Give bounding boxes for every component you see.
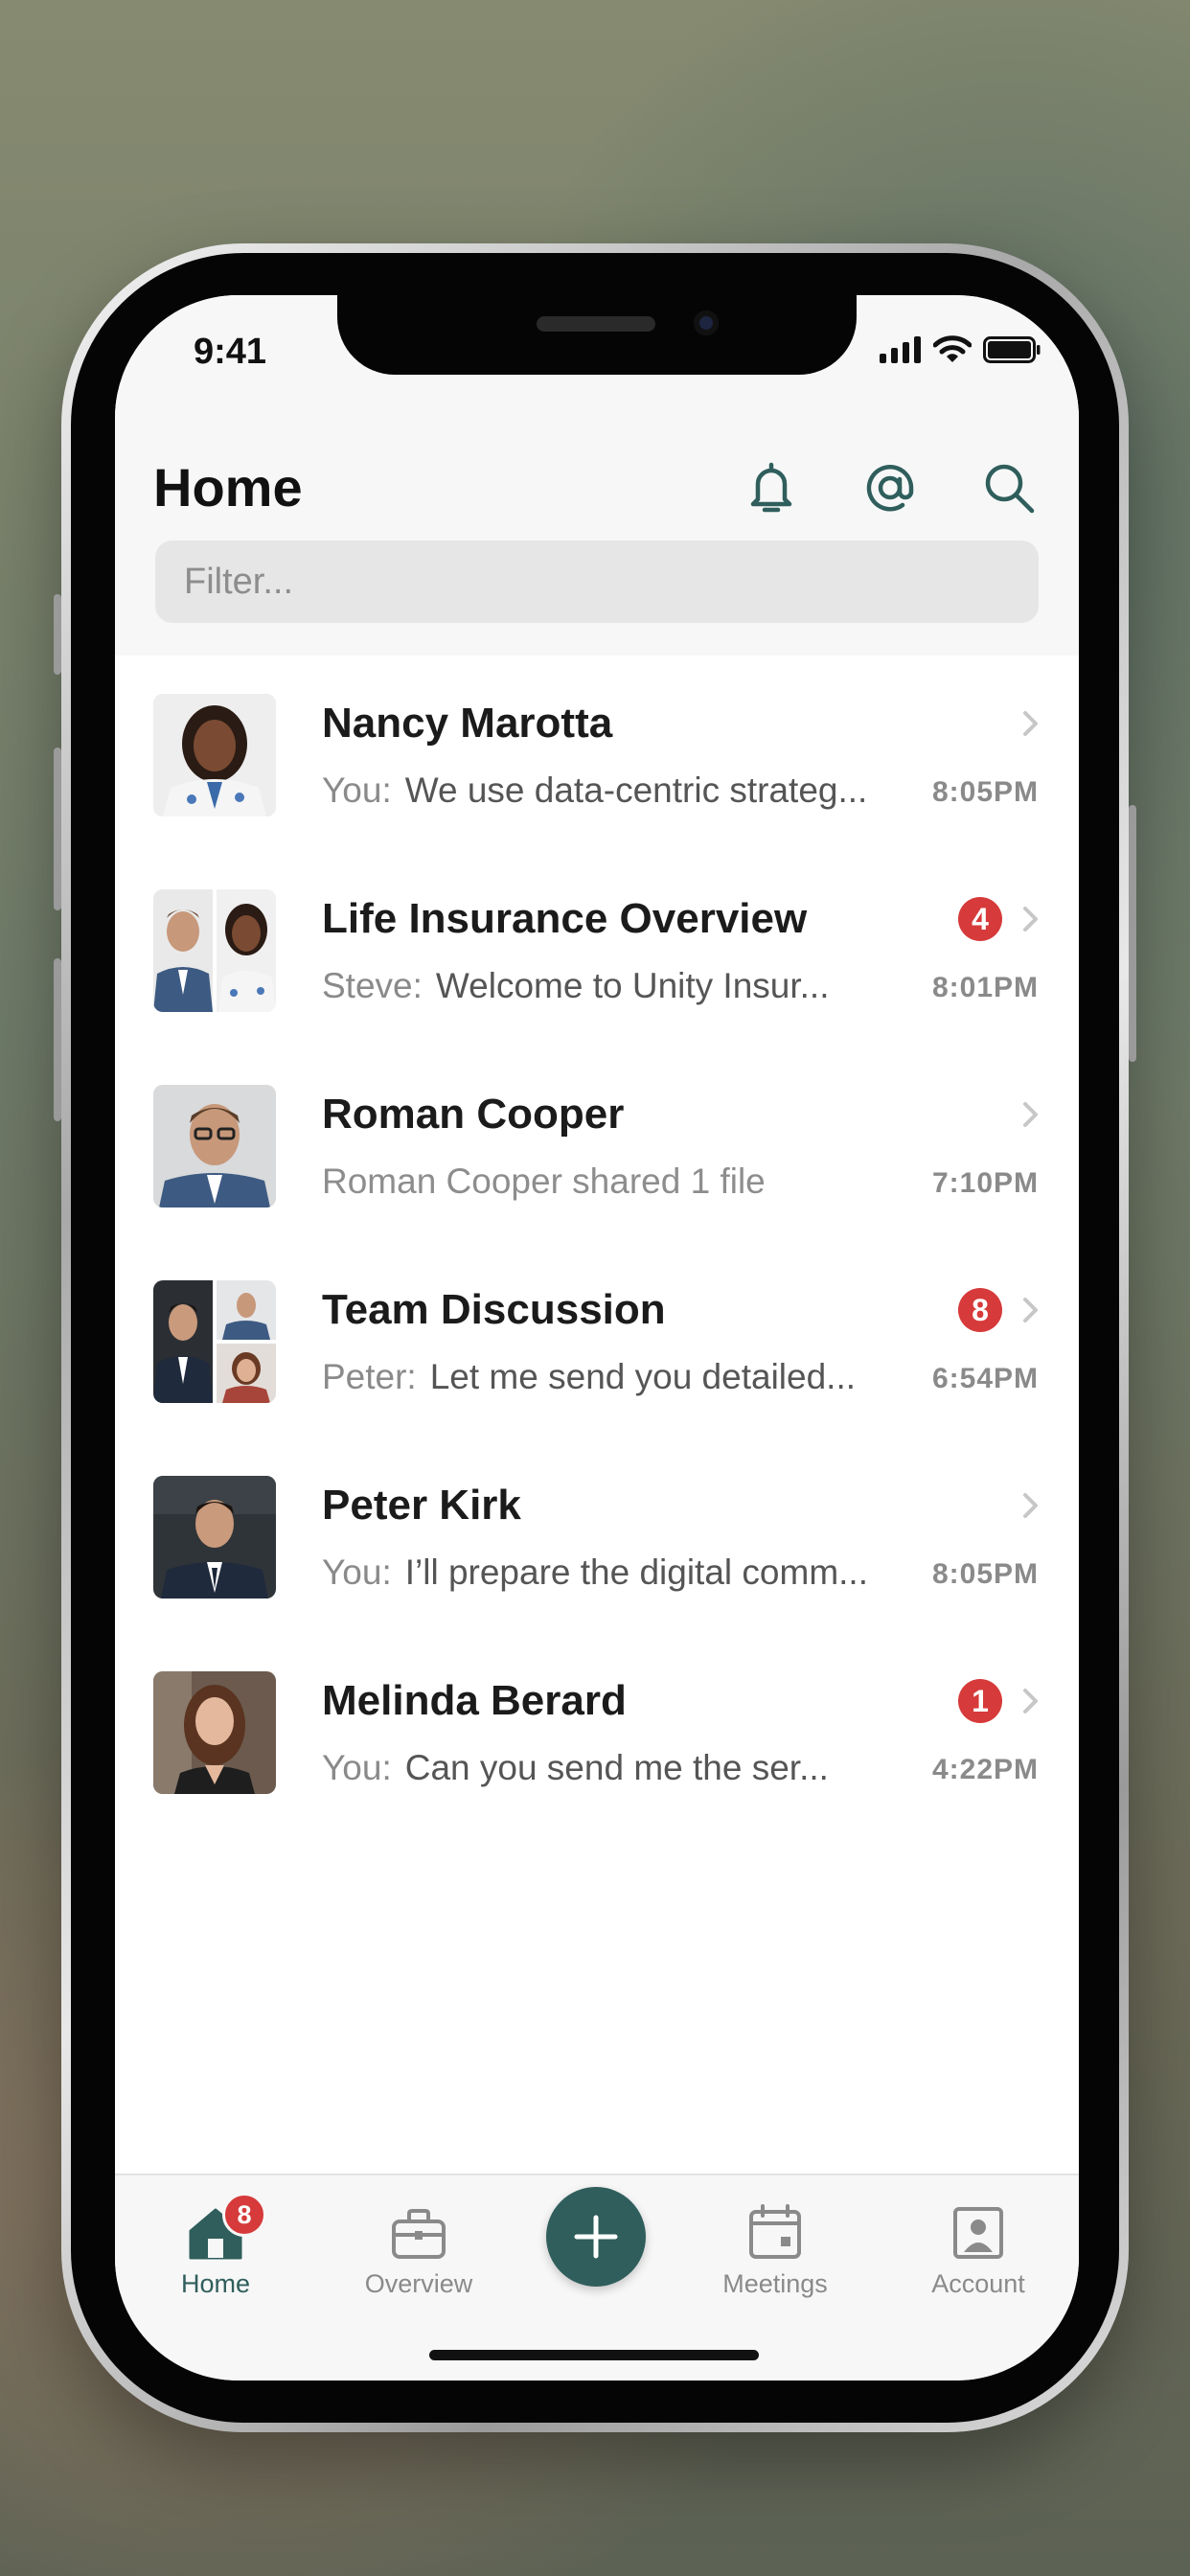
home-indicator xyxy=(429,2350,759,2360)
conversation-name: Roman Cooper xyxy=(322,1091,625,1138)
status-icons xyxy=(880,335,1041,364)
notifications-button[interactable] xyxy=(738,454,805,521)
message-preview: Peter: Let me send you detailed... xyxy=(322,1357,906,1397)
message-sender: Steve: xyxy=(322,966,423,1005)
conversation-row-melinda-berard[interactable]: Melinda Berard 1 You: Can you send me the… xyxy=(115,1633,1079,1828)
new-conversation-button[interactable] xyxy=(546,2187,646,2287)
unread-badge: 8 xyxy=(958,1288,1002,1332)
avatar-group xyxy=(153,889,276,1012)
front-camera xyxy=(694,310,719,335)
message-sender: Peter: xyxy=(322,1357,417,1396)
tab-overview[interactable]: Overview xyxy=(337,2196,500,2299)
message-preview: You: I’ll prepare the digital comm... xyxy=(322,1552,906,1593)
search-icon xyxy=(985,464,1035,514)
tab-label: Meetings xyxy=(722,2269,828,2298)
message-preview: Roman Cooper shared 1 file xyxy=(322,1162,906,1202)
message-time: 6:54PM xyxy=(931,1363,1039,1394)
volume-up-button xyxy=(54,748,61,910)
avatar xyxy=(153,1085,276,1208)
avatar xyxy=(153,694,276,816)
status-time: 9:41 xyxy=(194,332,267,372)
signal-icon xyxy=(880,336,921,363)
tab-meetings[interactable]: Meetings xyxy=(694,2196,857,2299)
mute-switch xyxy=(54,594,61,675)
home-badge: 8 xyxy=(222,2193,266,2237)
avatar-group xyxy=(153,1280,276,1403)
message-text: Roman Cooper shared 1 file xyxy=(322,1162,766,1201)
conversation-name: Nancy Marotta xyxy=(322,700,613,747)
conversation-name: Peter Kirk xyxy=(322,1482,521,1529)
speaker xyxy=(537,316,655,332)
chevron-right-icon xyxy=(1023,1298,1038,1322)
filter-input[interactable] xyxy=(155,540,1039,623)
tab-label: Home xyxy=(180,2269,251,2298)
message-time: 4:22PM xyxy=(931,1754,1039,1785)
app-screen: 9:41 Home Filter... Nancy Marotta You: W… xyxy=(115,295,1079,2380)
chevron-right-icon xyxy=(1023,907,1038,932)
battery-icon xyxy=(983,336,1041,363)
chevron-right-icon xyxy=(1023,1689,1038,1714)
unread-badge: 1 xyxy=(958,1679,1002,1723)
message-text: Welcome to Unity Insur... xyxy=(435,966,830,1005)
tab-home[interactable]: 8 Home xyxy=(134,2193,297,2299)
message-preview: Steve: Welcome to Unity Insur... xyxy=(322,966,906,1006)
conversation-name: Life Insurance Overview xyxy=(322,895,808,942)
calendar-icon xyxy=(749,2204,801,2259)
search-button[interactable] xyxy=(975,454,1042,521)
message-preview: You: Can you send me the ser... xyxy=(322,1748,906,1788)
message-text: We use data-centric strateg... xyxy=(404,770,868,810)
message-sender: You: xyxy=(322,770,392,810)
message-time: 7:10PM xyxy=(931,1167,1039,1199)
message-text: Let me send you detailed... xyxy=(429,1357,857,1396)
briefcase-icon xyxy=(392,2209,446,2259)
wifi-icon xyxy=(933,335,972,362)
conversation-name: Team Discussion xyxy=(322,1286,666,1333)
tab-account[interactable]: Account xyxy=(897,2196,1060,2299)
unread-badge: 4 xyxy=(958,897,1002,941)
conversation-row-life-insurance-overview[interactable]: Life Insurance Overview 4 Steve: Welcome … xyxy=(115,851,1079,1046)
chevron-right-icon xyxy=(1023,1493,1038,1518)
chevron-right-icon xyxy=(1023,1102,1038,1127)
account-icon xyxy=(953,2207,1003,2259)
notch xyxy=(337,295,857,375)
conversation-row-peter-kirk[interactable]: Peter Kirk You: I’ll prepare the digital … xyxy=(115,1438,1079,1633)
message-text: I’ll prepare the digital comm... xyxy=(404,1552,868,1592)
plus-icon xyxy=(574,2215,618,2259)
chevron-right-icon xyxy=(1023,711,1038,736)
conversation-name: Melinda Berard xyxy=(322,1677,627,1724)
page-title: Home xyxy=(153,457,303,518)
message-text: Can you send me the ser... xyxy=(404,1748,829,1787)
message-preview: You: We use data-centric strateg... xyxy=(322,770,906,811)
message-time: 8:05PM xyxy=(931,1558,1039,1590)
volume-down-button xyxy=(54,958,61,1121)
conversation-row-team-discussion[interactable]: Team Discussion 8 Peter: Let me send you … xyxy=(115,1242,1079,1438)
tab-label: Overview xyxy=(364,2269,473,2298)
conversation-row-nancy-marotta[interactable]: Nancy Marotta You: We use data-centric st… xyxy=(115,656,1079,851)
message-time: 8:05PM xyxy=(931,776,1039,808)
tab-label: Account xyxy=(931,2269,1025,2298)
message-sender: You: xyxy=(322,1552,392,1592)
message-sender: You: xyxy=(322,1748,392,1787)
at-sign-icon xyxy=(866,465,914,512)
avatar xyxy=(153,1671,276,1794)
power-button xyxy=(1129,805,1136,1062)
bell-icon xyxy=(750,462,792,513)
conversation-list: Nancy Marotta You: We use data-centric st… xyxy=(115,656,1079,1828)
conversation-row-roman-cooper[interactable]: Roman Cooper Roman Cooper shared 1 file … xyxy=(115,1046,1079,1242)
message-time: 8:01PM xyxy=(931,972,1039,1003)
avatar xyxy=(153,1476,276,1598)
mentions-button[interactable] xyxy=(857,454,924,521)
